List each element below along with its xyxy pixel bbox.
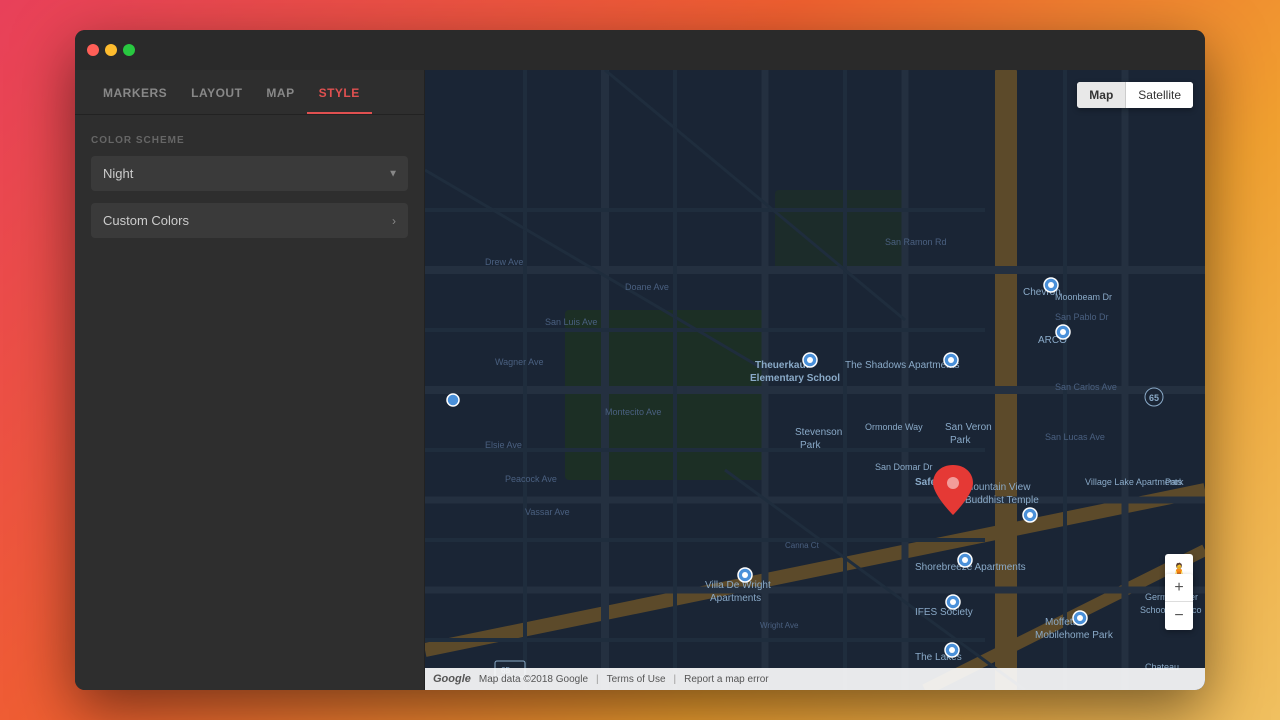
svg-text:Montecito Ave: Montecito Ave <box>605 407 661 417</box>
tab-layout[interactable]: LAYOUT <box>179 70 254 114</box>
svg-text:Doane Ave: Doane Ave <box>625 282 669 292</box>
svg-text:Park: Park <box>800 440 822 451</box>
map-type-satellite-button[interactable]: Satellite <box>1126 82 1193 108</box>
report-map-error-link[interactable]: Report a map error <box>684 674 768 685</box>
map-area[interactable]: Drew Ave San Ramon Rd Doane Ave San Luis… <box>425 70 1205 690</box>
tab-bar: MARKERS LAYOUT MAP StyLE <box>75 70 424 115</box>
svg-text:San Domar Dr: San Domar Dr <box>875 462 933 472</box>
titlebar <box>75 30 1205 70</box>
map-footer: Google Map data ©2018 Google | Terms of … <box>425 668 1205 690</box>
traffic-lights <box>87 44 135 56</box>
tab-map[interactable]: MAP <box>254 70 306 114</box>
svg-text:Park: Park <box>1165 477 1184 487</box>
svg-text:Buddhist Temple: Buddhist Temple <box>965 495 1039 506</box>
svg-text:San Pablo Dr: San Pablo Dr <box>1055 312 1109 322</box>
svg-text:San Lucas Ave: San Lucas Ave <box>1045 432 1105 442</box>
svg-text:Mountain View: Mountain View <box>965 482 1031 493</box>
color-scheme-label: COLOR SCHEME <box>91 135 408 146</box>
minimize-button[interactable] <box>105 44 117 56</box>
svg-text:Peacock Ave: Peacock Ave <box>505 474 557 484</box>
svg-text:Stevenson: Stevenson <box>795 427 842 438</box>
svg-text:San Luis Ave: San Luis Ave <box>545 317 597 327</box>
svg-text:San Ramon Rd: San Ramon Rd <box>885 237 947 247</box>
tab-style[interactable]: StyLE <box>307 70 372 114</box>
map-svg: Drew Ave San Ramon Rd Doane Ave San Luis… <box>425 70 1205 690</box>
svg-text:Vassar Ave: Vassar Ave <box>525 507 570 517</box>
main-content: MARKERS LAYOUT MAP StyLE COLOR SCHEME Ni… <box>75 70 1205 690</box>
svg-text:Wagner Ave: Wagner Ave <box>495 357 544 367</box>
svg-text:Wright Ave: Wright Ave <box>760 621 799 630</box>
zoom-out-button[interactable]: − <box>1165 602 1193 630</box>
svg-text:Theuerkauf: Theuerkauf <box>755 360 810 371</box>
svg-text:Mobilehome Park: Mobilehome Park <box>1035 630 1114 641</box>
custom-colors-label: Custom Colors <box>103 213 189 228</box>
zoom-controls: + − <box>1165 574 1193 630</box>
svg-text:Drew Ave: Drew Ave <box>485 257 523 267</box>
svg-text:Moffett: Moffett <box>1045 617 1076 628</box>
color-scheme-select-wrapper: Night ▼ <box>91 156 408 191</box>
chevron-right-icon: › <box>392 214 396 228</box>
map-type-control: Map Satellite <box>1077 82 1193 108</box>
maximize-button[interactable] <box>123 44 135 56</box>
svg-text:Moonbeam Dr: Moonbeam Dr <box>1055 292 1112 302</box>
color-scheme-select[interactable]: Night <box>91 156 408 191</box>
google-logo: Google <box>433 673 471 685</box>
svg-text:San Veron: San Veron <box>945 422 992 433</box>
svg-text:Elsie Ave: Elsie Ave <box>485 440 522 450</box>
svg-text:Canna Ct: Canna Ct <box>785 541 820 550</box>
close-button[interactable] <box>87 44 99 56</box>
map-footer-sep1: | <box>596 674 599 685</box>
map-footer-sep2: | <box>674 674 677 685</box>
svg-text:San Carlos Ave: San Carlos Ave <box>1055 382 1117 392</box>
sidebar-body: COLOR SCHEME Night ▼ Custom Colors › <box>75 115 424 258</box>
svg-text:65: 65 <box>1149 393 1159 403</box>
svg-text:Park: Park <box>950 435 972 446</box>
svg-text:Ormonde Way: Ormonde Way <box>865 422 923 432</box>
sidebar: MARKERS LAYOUT MAP StyLE COLOR SCHEME Ni… <box>75 70 425 690</box>
svg-text:IFES Society: IFES Society <box>915 607 973 618</box>
app-window: MARKERS LAYOUT MAP StyLE COLOR SCHEME Ni… <box>75 30 1205 690</box>
terms-of-use-link[interactable]: Terms of Use <box>607 674 666 685</box>
map-data-text: Map data ©2018 Google <box>479 674 588 685</box>
map-type-map-button[interactable]: Map <box>1077 82 1125 108</box>
zoom-in-button[interactable]: + <box>1165 574 1193 602</box>
tab-markers[interactable]: MARKERS <box>91 70 179 114</box>
custom-colors-row[interactable]: Custom Colors › <box>91 203 408 238</box>
svg-text:Elementary School: Elementary School <box>750 373 840 384</box>
svg-text:The Shadows Apartments: The Shadows Apartments <box>845 360 960 371</box>
svg-text:Villa De Wright: Villa De Wright <box>705 580 771 591</box>
svg-text:Apartments: Apartments <box>710 593 761 604</box>
